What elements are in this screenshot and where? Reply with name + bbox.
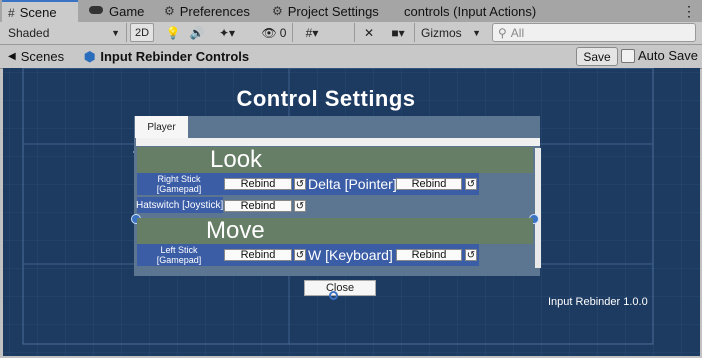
toggle-2d-button[interactable]: 2D	[130, 23, 154, 42]
audio-icon[interactable]: 🔊	[188, 23, 206, 42]
binding-label: Left Stick [Gamepad]	[156, 245, 202, 265]
gear-icon: ⚙	[164, 4, 175, 18]
binding-label-secondary: W [Keyboard]	[308, 247, 393, 263]
tab-project-settings[interactable]: ⚙ Project Settings	[266, 0, 390, 22]
tab-preferences-label: Preferences	[179, 3, 250, 19]
eye-slash-icon: 👁	[261, 25, 277, 40]
chevron-down-icon: ▼	[111, 27, 120, 38]
breadcrumb-root: Scenes	[20, 49, 65, 64]
binding-label: Right Stick [Gamepad]	[156, 174, 202, 194]
tab-controls-label: controls (Input Actions)	[404, 3, 537, 19]
search-placeholder: All	[510, 25, 525, 40]
rebind-button[interactable]: Rebind	[224, 249, 292, 261]
hidden-count: 0	[279, 25, 287, 40]
chevron-left-icon: ◀	[8, 51, 16, 62]
shading-mode-dropdown[interactable]: Shaded ▼	[4, 23, 124, 42]
tools-icon[interactable]: ✕	[360, 23, 378, 42]
camera-icon[interactable]: ■▾	[384, 23, 412, 42]
tab-game-label: Game	[109, 3, 145, 19]
rebind-button[interactable]: Rebind	[396, 249, 462, 261]
gizmos-dropdown[interactable]: Gizmos ▼	[418, 23, 484, 42]
tab-game[interactable]: Game	[82, 0, 154, 22]
gamepad-icon	[88, 4, 104, 18]
grid-icon: #	[8, 5, 15, 20]
prefab-cube-icon: ⬢	[84, 48, 96, 64]
hidden-objects-toggle[interactable]: 👁 0	[258, 23, 290, 42]
binding-label-secondary: Delta [Pointer]	[308, 176, 397, 192]
tab-project-settings-label: Project Settings	[287, 3, 379, 19]
gizmos-label: Gizmos	[421, 25, 462, 40]
auto-save-checkbox[interactable]	[621, 49, 635, 63]
reset-binding-icon[interactable]: ↺	[465, 178, 477, 190]
reset-binding-icon[interactable]: ↺	[294, 178, 306, 190]
binding-label: Hatswitch [Joystick]	[136, 200, 224, 211]
rebind-button[interactable]: Rebind	[224, 178, 292, 190]
chevron-down-icon: ▼	[472, 27, 481, 38]
toolbar-divider	[126, 23, 127, 42]
save-button[interactable]: Save	[576, 47, 618, 66]
reset-binding-icon[interactable]: ↺	[294, 249, 306, 261]
tab-player[interactable]: Player	[135, 116, 188, 138]
section-header-look: Look	[137, 146, 533, 173]
tab-scene[interactable]: # Scene	[2, 0, 78, 23]
panel-tab-underline	[136, 138, 540, 146]
effects-icon[interactable]: ✦▾	[214, 23, 240, 42]
reset-binding-icon[interactable]: ↺	[294, 200, 306, 212]
section-header-move: Move	[137, 217, 533, 244]
lighting-icon[interactable]: 💡	[164, 23, 182, 42]
page-title: Control Settings	[236, 86, 416, 111]
pivot-handle-icon[interactable]	[329, 291, 338, 300]
reset-binding-icon[interactable]: ↺	[465, 249, 477, 261]
auto-save-label: Auto Save	[638, 48, 698, 63]
tab-preferences[interactable]: ⚙ Preferences	[158, 0, 258, 22]
tab-controls-input-actions[interactable]: controls (Input Actions)	[398, 0, 548, 22]
toolbar-divider	[414, 23, 415, 42]
tab-menu-icon[interactable]: ⋮	[682, 3, 696, 20]
shading-mode-value: Shaded	[8, 25, 50, 40]
rebind-button[interactable]: Rebind	[396, 178, 462, 190]
close-button[interactable]: Close	[304, 280, 376, 296]
scrollbar[interactable]	[535, 148, 541, 268]
toolbar-divider	[354, 23, 355, 42]
gear-icon: ⚙	[272, 4, 283, 18]
version-label: Input Rebinder 1.0.0	[548, 296, 648, 308]
grid-snap-icon[interactable]: #▾	[296, 23, 328, 42]
scene-search-input[interactable]: ⚲ All	[492, 23, 696, 42]
toolbar-divider	[292, 23, 293, 42]
breadcrumb-current-label: Input Rebinder Controls	[100, 49, 250, 64]
search-icon: ⚲	[498, 25, 507, 40]
rebind-button[interactable]: Rebind	[224, 200, 292, 212]
breadcrumb-current[interactable]: ⬢ Input Rebinder Controls	[84, 46, 249, 67]
tab-scene-label: Scene	[19, 5, 57, 20]
breadcrumb-back-button[interactable]: ◀ Scenes	[8, 46, 64, 67]
